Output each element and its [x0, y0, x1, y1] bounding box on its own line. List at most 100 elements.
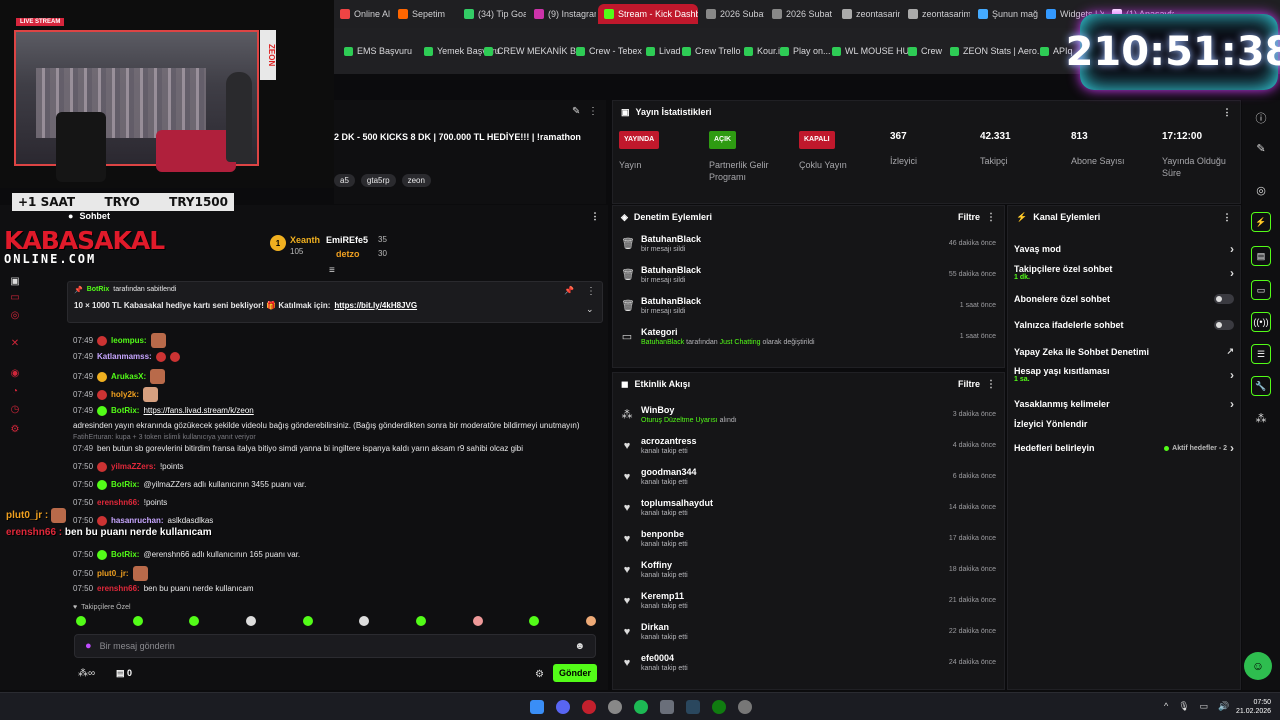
- bookmark-item[interactable]: CREW MEKANİK B...: [484, 46, 584, 56]
- settings-icon[interactable]: ◉: [10, 369, 20, 379]
- msg-user[interactable]: BotRix:: [111, 405, 139, 416]
- mic-icon[interactable]: 🎙: [1178, 701, 1189, 712]
- chat-input[interactable]: ● Bir mesaj gönderin ☻: [74, 634, 596, 658]
- more-icon[interactable]: ⋮: [586, 286, 596, 297]
- browser-tab[interactable]: zeontasarim: [836, 4, 900, 24]
- more-icon[interactable]: ⋮: [986, 212, 996, 223]
- lightning-button[interactable]: ⚡: [1251, 212, 1271, 232]
- msg-user[interactable]: hasanruchan:: [111, 515, 163, 526]
- points-counter[interactable]: ▤ 0: [116, 668, 132, 679]
- wrench-button[interactable]: 🔧: [1251, 376, 1271, 396]
- msg-user[interactable]: BotRix:: [111, 549, 139, 560]
- emote-picker-icon[interactable]: ⁂∞: [78, 668, 95, 679]
- tag[interactable]: a5: [334, 174, 355, 187]
- x-icon[interactable]: ✕: [10, 339, 20, 349]
- send-button[interactable]: Gönder: [553, 664, 597, 682]
- subs-only-toggle[interactable]: [1214, 294, 1234, 304]
- edit-icon[interactable]: ✎: [1251, 142, 1271, 155]
- browser-tab[interactable]: (34) Tip Goal: [458, 4, 526, 24]
- tag[interactable]: zeon: [401, 174, 431, 187]
- ai-moderation-row[interactable]: Yapay Zeka ile Sohbet Denetimi ↗: [1014, 346, 1234, 357]
- more-icon[interactable]: ⋮: [588, 106, 598, 117]
- emote-icon[interactable]: [302, 616, 313, 626]
- account-age-row[interactable]: Hesap yaşı kısıtlaması 1 sa. ›: [1014, 366, 1234, 383]
- followers-only-row[interactable]: Takipçilere özel sohbet 1 dk. ›: [1014, 264, 1234, 281]
- app-icon[interactable]: [660, 700, 674, 714]
- chevron-up-icon[interactable]: ^: [1164, 701, 1168, 712]
- app-icon[interactable]: [608, 700, 622, 714]
- spotify-icon[interactable]: [634, 700, 648, 714]
- clock-icon[interactable]: ◷: [10, 405, 20, 415]
- emote-icon[interactable]: [529, 616, 540, 626]
- volume-icon[interactable]: 🔊: [1218, 701, 1229, 712]
- bookmark-item[interactable]: Play on...: [780, 46, 831, 56]
- settings-icon[interactable]: [738, 700, 752, 714]
- slow-mode-row[interactable]: Yavaş mod ›: [1014, 242, 1234, 256]
- filter-button[interactable]: Filtre: [958, 379, 980, 389]
- bookmark-item[interactable]: Crew Trello: [682, 46, 741, 56]
- bookmark-item[interactable]: Livad: [646, 46, 681, 56]
- list-button[interactable]: ☰: [1251, 344, 1271, 364]
- bookmark-item[interactable]: ZEON Stats | Aero...: [950, 46, 1044, 56]
- discord-icon[interactable]: [556, 700, 570, 714]
- msg-link[interactable]: https://fans.livad.stream/k/zeon: [143, 405, 253, 416]
- emote-icon[interactable]: [415, 616, 426, 626]
- more-icon[interactable]: ⋮: [1222, 212, 1232, 223]
- msg-user[interactable]: yilmaZZers:: [111, 461, 156, 472]
- chat-icon[interactable]: ▭: [10, 293, 20, 303]
- clock[interactable]: 07:50 21.02.2026: [1236, 698, 1271, 716]
- steam-icon[interactable]: [686, 700, 700, 714]
- msg-user[interactable]: erenshn66:: [97, 497, 140, 508]
- emote-icon[interactable]: [359, 616, 370, 626]
- msg-user[interactable]: holy2k:: [111, 389, 139, 400]
- browser-tab[interactable]: zeontasarim: [902, 4, 970, 24]
- chevron-down-icon[interactable]: ⌄: [586, 304, 594, 315]
- emote-icon[interactable]: [132, 616, 143, 626]
- history-icon[interactable]: ◔: [10, 387, 20, 397]
- browser-tab[interactable]: Sepetim: [392, 4, 456, 24]
- bookmark-item[interactable]: WL MOUSE HUB: [832, 46, 915, 56]
- browser-tab[interactable]: Online Alışve: [334, 4, 390, 24]
- gear-icon[interactable]: ⚙: [10, 425, 20, 435]
- chat-button[interactable]: ▭: [1251, 280, 1271, 300]
- tag[interactable]: gta5rp: [360, 174, 396, 187]
- emote-icon[interactable]: [189, 616, 200, 626]
- emote-icon[interactable]: [245, 616, 256, 626]
- more-icon[interactable]: ⋮: [590, 211, 600, 222]
- network-icon[interactable]: ▭: [1200, 701, 1209, 712]
- browser-tab[interactable]: 2026 Subat: [766, 4, 834, 24]
- more-icon[interactable]: ⋮: [1222, 107, 1232, 118]
- settings-icon[interactable]: ⚙: [535, 669, 544, 680]
- bookmark-item[interactable]: EMS Başvuru: [344, 46, 412, 56]
- more-icon[interactable]: ⋮: [986, 379, 996, 390]
- notes-button[interactable]: ▤: [1251, 246, 1271, 266]
- msg-user[interactable]: BotRix:: [111, 479, 139, 490]
- msg-user[interactable]: erenshn66:: [97, 583, 140, 594]
- emoji-icon[interactable]: ☻: [574, 641, 585, 652]
- browser-tab[interactable]: 2026 Subat: [700, 4, 764, 24]
- banned-words-row[interactable]: Yasaklanmış kelimeler ›: [1014, 397, 1234, 411]
- support-button[interactable]: ☺: [1244, 652, 1272, 680]
- msg-user[interactable]: leompus:: [111, 335, 147, 346]
- opera-icon[interactable]: [582, 700, 596, 714]
- raid-row[interactable]: İzleyici Yönlendir: [1014, 419, 1234, 429]
- reward-icon[interactable]: ⁂: [1251, 412, 1271, 425]
- chevron-down-icon[interactable]: ≡: [329, 265, 335, 276]
- filter-button[interactable]: Filtre: [958, 212, 980, 222]
- msg-user[interactable]: Katlanmamss:: [97, 351, 152, 362]
- edit-icon[interactable]: ✎: [572, 106, 580, 117]
- emote-icon[interactable]: [472, 616, 483, 626]
- start-icon[interactable]: [530, 700, 544, 714]
- browser-tab[interactable]: (9) Instagram: [528, 4, 596, 24]
- info-icon[interactable]: ⓘ: [1251, 110, 1271, 126]
- browser-tab[interactable]: Şunun mağa: [972, 4, 1038, 24]
- broadcast-button[interactable]: ((•)): [1251, 312, 1271, 332]
- emote-icon[interactable]: [76, 616, 86, 626]
- bookmark-item[interactable]: Crew - Tebex: [576, 46, 642, 56]
- bookmark-item[interactable]: Kour.io: [744, 46, 785, 56]
- bookmark-item[interactable]: Crew: [908, 46, 942, 56]
- msg-user[interactable]: plut0_jr:: [97, 568, 129, 579]
- pinned-link[interactable]: https://bit.ly/4kH8JVG: [334, 301, 417, 310]
- target-icon[interactable]: ◎: [1251, 184, 1271, 197]
- msg-user[interactable]: ArukasX:: [111, 371, 146, 382]
